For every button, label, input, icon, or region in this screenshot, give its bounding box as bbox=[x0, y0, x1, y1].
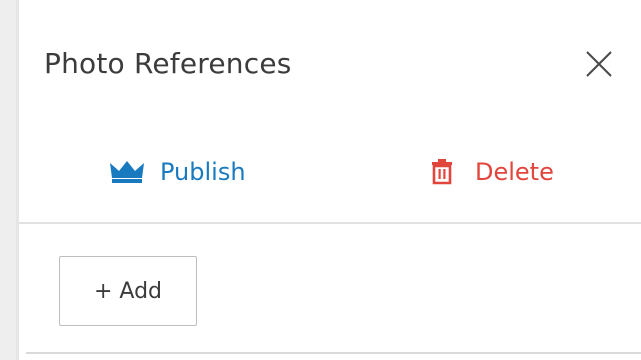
panel-title: Photo References bbox=[44, 47, 292, 80]
list-divider bbox=[26, 352, 641, 354]
publish-label: Publish bbox=[160, 158, 246, 186]
add-button[interactable]: + Add bbox=[59, 256, 197, 326]
left-background-strip bbox=[0, 0, 16, 360]
publish-button[interactable]: Publish bbox=[109, 150, 246, 194]
crown-icon bbox=[109, 160, 145, 184]
close-icon bbox=[584, 49, 614, 83]
delete-button[interactable]: Delete bbox=[431, 150, 554, 194]
toolbar-divider bbox=[19, 222, 641, 224]
delete-label: Delete bbox=[475, 158, 554, 186]
close-button[interactable] bbox=[579, 46, 619, 86]
photo-references-panel: Photo References Publish Delete + Add bbox=[19, 0, 641, 360]
trash-icon bbox=[431, 159, 453, 185]
